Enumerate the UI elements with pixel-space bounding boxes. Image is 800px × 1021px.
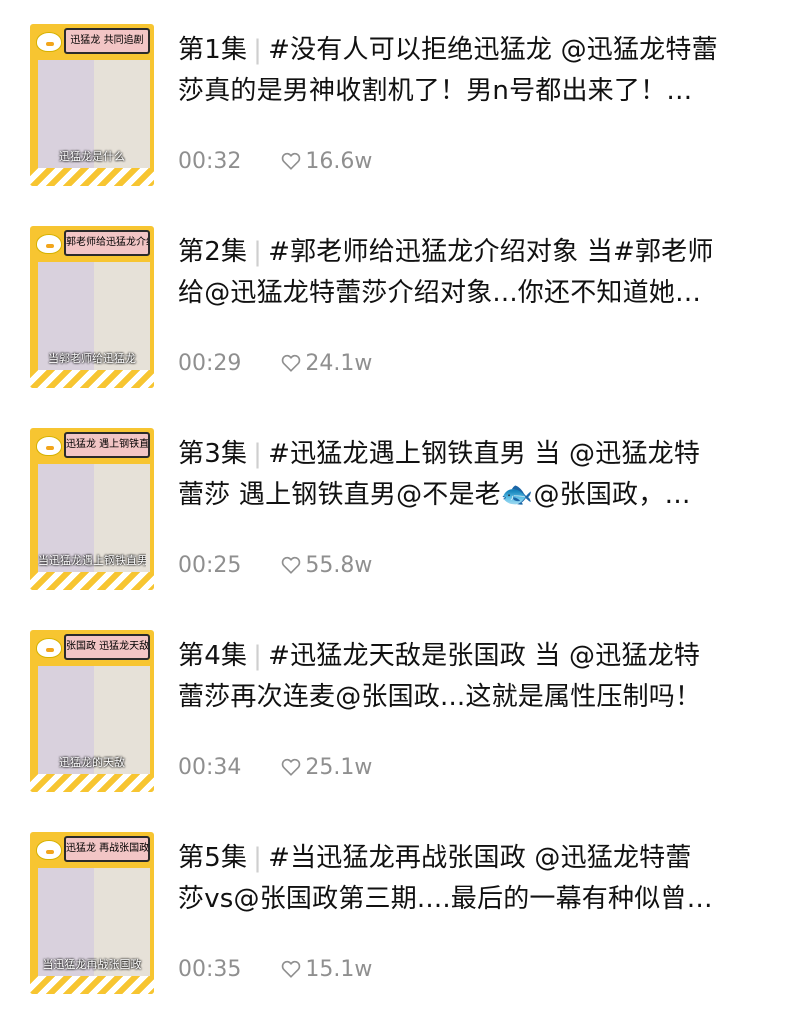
duck-mascot-icon — [36, 840, 62, 860]
episode-label: 第3集 — [178, 439, 248, 469]
thumbnail-caption: 当迅猛龙再战张国政 — [42, 958, 142, 971]
episode-item[interactable]: 郭老师给迅猛龙介绍对象 当郭老师给迅猛龙 第2集|#郭老师给迅猛龙介绍对象 当#… — [0, 226, 800, 396]
heart-icon[interactable] — [281, 152, 301, 170]
episode-title[interactable]: 第3集 | #迅猛龙遇上钢铁直男 当 @迅猛龙特 蕾莎 遇上钢铁直男@不是老🐟@张国… — [178, 434, 774, 516]
thumbnail-stripes — [30, 168, 154, 186]
thumbnail-caption: 当迅猛龙遇上钢铁直男 — [38, 554, 146, 567]
episode-title[interactable]: 第5集 | #当迅猛龙再战张国政 @迅猛龙特蕾 莎vs@张国政第三期....最后的一… — [178, 838, 774, 920]
thumbnail-badge: 张国政 迅猛龙天敌 — [64, 634, 150, 660]
episode-likes: 15.1w — [305, 956, 373, 982]
episode-likes: 24.1w — [305, 350, 373, 376]
episode-item[interactable]: 迅猛龙 共同追剧 迅猛龙是什么 第1集 | #没有人可以拒绝迅猛龙 @迅猛龙特蕾 莎… — [0, 24, 800, 194]
thumbnail-stripes — [30, 370, 154, 388]
episode-label: 第5集 — [178, 843, 248, 873]
thumbnail-caption: 迅猛龙是什么 — [59, 150, 125, 163]
thumbnail-stripes — [30, 976, 154, 994]
episode-label: 第4集 — [178, 641, 248, 671]
episode-title-line2: 蕾莎 遇上钢铁直男@不是老🐟@张国政，… — [178, 480, 691, 510]
episode-thumbnail[interactable]: 迅猛龙 共同追剧 迅猛龙是什么 — [30, 24, 154, 186]
duck-mascot-icon — [36, 436, 62, 456]
thumbnail-badge: 迅猛龙 再战张国政 — [64, 836, 150, 862]
episode-duration: 00:29 — [178, 350, 242, 376]
episode-title[interactable]: 第1集 | #没有人可以拒绝迅猛龙 @迅猛龙特蕾 莎真的是男神收割机了！男n号都出来… — [178, 30, 774, 112]
duck-mascot-icon — [36, 234, 62, 254]
thumbnail-badge: 迅猛龙 共同追剧 — [64, 28, 150, 54]
episode-title[interactable]: 第2集 | #郭老师给迅猛龙介绍对象 当#郭老师 给@迅猛龙特蕾莎介绍对象...你还… — [178, 232, 774, 314]
episode-label: 第1集 — [178, 35, 248, 65]
episode-meta: 00:35 15.1w — [178, 954, 372, 984]
episode-meta: 00:25 55.8w — [178, 550, 372, 580]
heart-icon[interactable] — [281, 960, 301, 978]
episode-likes: 55.8w — [305, 552, 373, 578]
episode-title-line1: #迅猛龙天敌是张国政 当 @迅猛龙特 — [268, 641, 701, 671]
episode-thumbnail[interactable]: 迅猛龙 再战张国政 当迅猛龙再战张国政 — [30, 832, 154, 994]
episode-meta: 00:32 16.6w — [178, 146, 372, 176]
heart-icon[interactable] — [281, 556, 301, 574]
episode-item[interactable]: 张国政 迅猛龙天敌 迅猛龙的天敌 第4集 | #迅猛龙天敌是张国政 当 @迅猛龙特 … — [0, 630, 800, 800]
episode-likes: 25.1w — [305, 754, 373, 780]
episode-duration: 00:25 — [178, 552, 242, 578]
episode-title-line1: #没有人可以拒绝迅猛龙 @迅猛龙特蕾 — [268, 35, 718, 65]
thumbnail-badge: 郭老师给迅猛龙介绍对象 — [64, 230, 150, 256]
episode-item[interactable]: 迅猛龙 遇上钢铁直男 当迅猛龙遇上钢铁直男 第3集 | #迅猛龙遇上钢铁直男 当 @… — [0, 428, 800, 598]
episode-title-line2: 莎真的是男神收割机了！男n号都出来了！… — [178, 76, 693, 106]
episode-title[interactable]: 第4集 | #迅猛龙天敌是张国政 当 @迅猛龙特 蕾莎再次连麦@张国政...这就是属… — [178, 636, 774, 718]
episode-thumbnail[interactable]: 迅猛龙 遇上钢铁直男 当迅猛龙遇上钢铁直男 — [30, 428, 154, 590]
episode-title-line2: 蕾莎再次连麦@张国政...这就是属性压制吗！ — [178, 682, 702, 712]
episode-title-line2: 给@迅猛龙特蕾莎介绍对象...你还不知道她… — [178, 278, 702, 308]
episode-thumbnail[interactable]: 郭老师给迅猛龙介绍对象 当郭老师给迅猛龙 — [30, 226, 154, 388]
duck-mascot-icon — [36, 638, 62, 658]
title-separator: | — [253, 843, 263, 873]
episode-label: 第2集 — [178, 237, 248, 267]
title-separator: | — [253, 439, 263, 469]
title-separator: | — [253, 237, 263, 267]
episode-title-line1: #迅猛龙遇上钢铁直男 当 @迅猛龙特 — [268, 439, 701, 469]
duck-mascot-icon — [36, 32, 62, 52]
episode-meta: 00:29 24.1w — [178, 348, 372, 378]
episode-thumbnail[interactable]: 张国政 迅猛龙天敌 迅猛龙的天敌 — [30, 630, 154, 792]
episode-title-line1: #郭老师给迅猛龙介绍对象 当#郭老师 — [268, 237, 714, 267]
thumbnail-stripes — [30, 572, 154, 590]
heart-icon[interactable] — [281, 758, 301, 776]
title-separator: | — [253, 35, 263, 65]
title-separator: | — [253, 641, 263, 671]
heart-icon[interactable] — [281, 354, 301, 372]
episode-likes: 16.6w — [305, 148, 373, 174]
episode-duration: 00:34 — [178, 754, 242, 780]
episode-item[interactable]: 迅猛龙 再战张国政 当迅猛龙再战张国政 第5集 | #当迅猛龙再战张国政 @迅猛龙特… — [0, 832, 800, 1002]
episode-title-line1: #当迅猛龙再战张国政 @迅猛龙特蕾 — [268, 843, 692, 873]
thumbnail-badge: 迅猛龙 遇上钢铁直男 — [64, 432, 150, 458]
thumbnail-caption: 当郭老师给迅猛龙 — [48, 352, 136, 365]
thumbnail-stripes — [30, 774, 154, 792]
episode-duration: 00:35 — [178, 956, 242, 982]
episode-meta: 00:34 25.1w — [178, 752, 372, 782]
thumbnail-caption: 迅猛龙的天敌 — [59, 756, 125, 769]
episode-duration: 00:32 — [178, 148, 242, 174]
episode-title-line2: 莎vs@张国政第三期....最后的一幕有种似曾… — [178, 884, 713, 914]
